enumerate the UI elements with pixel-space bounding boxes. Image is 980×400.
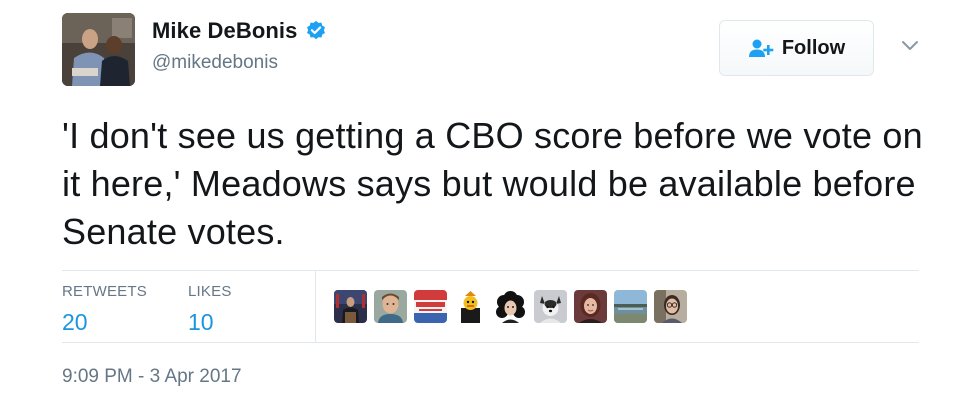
liker-avatar-sign[interactable] [414,290,447,323]
liker-avatar-curly-hair[interactable] [494,290,527,323]
retweets-stat[interactable]: RETWEETS 20 [62,283,147,336]
liker-avatars [334,290,687,323]
chevron-down-icon[interactable] [899,38,921,54]
likes-count: 10 [188,309,214,335]
likes-label: LIKES [188,283,232,300]
retweets-count: 20 [62,309,88,335]
author-display-name[interactable]: Mike DeBonis [152,18,297,44]
follow-button-label: Follow [781,36,846,59]
likes-stat[interactable]: LIKES 10 [188,283,232,336]
liker-avatar-duck[interactable] [454,290,487,323]
follow-person-plus-icon [748,38,774,58]
liker-avatar-woman[interactable] [574,290,607,323]
stats-vertical-divider [315,270,316,342]
stats-bottom-divider [62,342,919,343]
liker-avatar-dog[interactable] [534,290,567,323]
follow-button[interactable]: Follow [719,20,874,76]
retweets-label: RETWEETS [62,283,147,300]
liker-avatar-glasses[interactable] [654,290,687,323]
liker-avatar-podium[interactable] [334,290,367,323]
verified-badge-icon [305,20,327,42]
author-handle[interactable]: @mikedebonis [152,52,278,74]
tweet-card: Mike DeBonis @mikedebonis Follow 'I don'… [0,0,980,400]
liker-avatar-landscape[interactable] [614,290,647,323]
tweet-text: 'I don't see us getting a CBO score befo… [62,115,923,252]
author-name-row: Mike DeBonis [152,18,327,44]
tweet-timestamp[interactable]: 9:09 PM - 3 Apr 2017 [62,366,242,388]
liker-avatar-man[interactable] [374,290,407,323]
stats-top-divider [62,270,919,271]
author-avatar[interactable] [62,13,135,86]
